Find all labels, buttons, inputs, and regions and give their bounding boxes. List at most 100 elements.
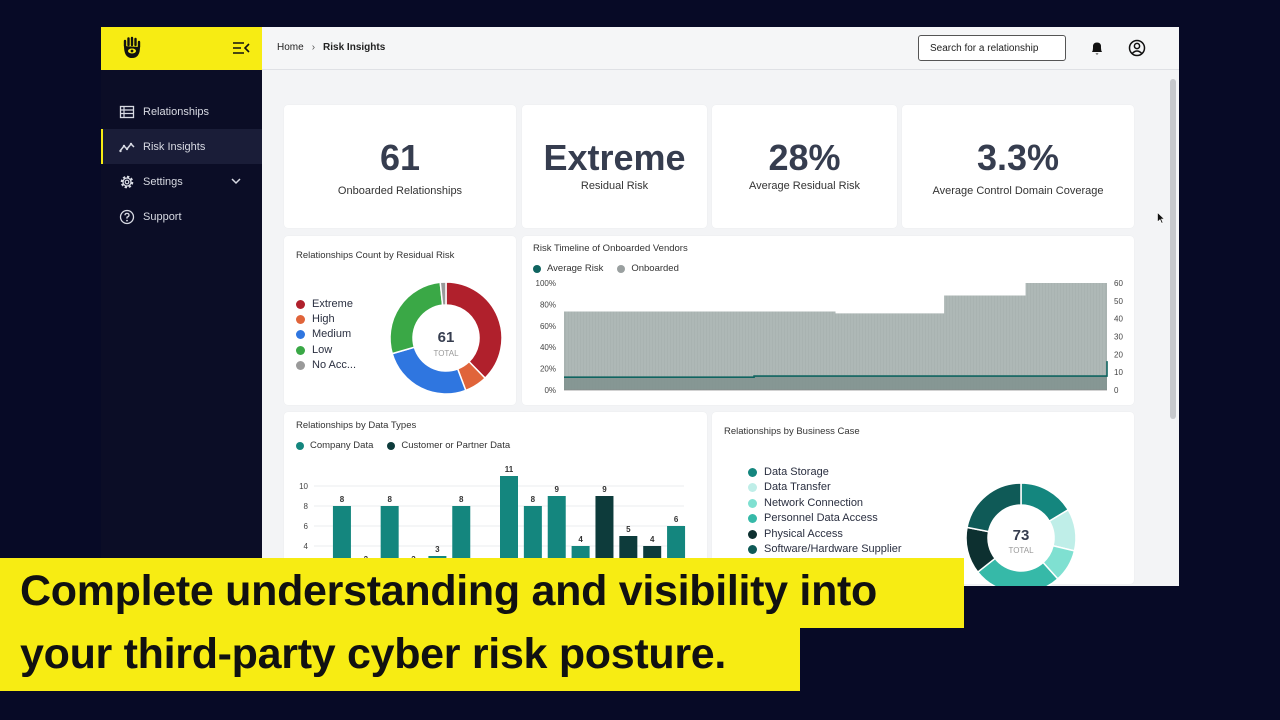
kpi-label: Onboarded Relationships <box>337 185 463 197</box>
kpi-value: Extreme <box>543 137 686 178</box>
bar-value-label: 3 <box>435 545 440 554</box>
y-right-tick-label: 10 <box>1114 368 1123 377</box>
collapse-menu-icon[interactable] <box>232 40 250 56</box>
breadcrumb-separator: › <box>311 42 316 53</box>
chart-legend: Average Risk Onboarded <box>533 263 679 274</box>
business-case-donut: 73 TOTAL <box>965 482 1077 586</box>
bar-value-label: 9 <box>602 485 607 494</box>
donut-center-value: 73 <box>1013 527 1030 544</box>
bar-value-label: 8 <box>531 495 536 504</box>
search-input[interactable]: Search for a relationship <box>918 35 1066 61</box>
y-left-tick-label: 40% <box>540 343 556 352</box>
legend-swatch <box>748 482 757 492</box>
legend-item-onboarded: Onboarded <box>617 263 679 274</box>
legend-label: Personnel Data Access <box>764 512 878 524</box>
legend-swatch <box>387 441 396 450</box>
legend-label: Software/Hardware Supplier <box>764 543 902 555</box>
kpi-label: Average Residual Risk <box>748 180 861 192</box>
y-right-tick-label: 20 <box>1114 350 1123 359</box>
legend-label: Network Connection <box>764 497 864 509</box>
legend-item-physical-access: Physical Access <box>748 528 843 540</box>
legend-label: Physical Access <box>764 528 843 540</box>
donut-center-label: TOTAL <box>1008 546 1034 555</box>
chart-legend: Company Data Customer or Partner Data <box>296 440 510 451</box>
sidebar-item-relationships[interactable]: Relationships <box>101 94 262 129</box>
kpi-label: Average Control Domain Coverage <box>932 185 1104 197</box>
sidebar-item-risk-insights[interactable]: Risk Insights <box>101 129 262 164</box>
user-avatar-icon[interactable] <box>1128 39 1146 57</box>
legend-label: Medium <box>312 328 352 340</box>
y-right-tick-label: 30 <box>1114 333 1123 342</box>
legend-label: Extreme <box>312 298 353 310</box>
legend-swatch <box>296 314 305 324</box>
legend-swatch <box>748 467 757 477</box>
risk-timeline-chart-card: Risk Timeline of Onboarded Vendors Avera… <box>522 236 1134 405</box>
legend-item-personnel-data-access: Personnel Data Access <box>748 512 878 524</box>
chevron-down-icon[interactable] <box>230 175 242 187</box>
y-right-tick-label: 0 <box>1114 386 1119 395</box>
sidebar-item-settings[interactable]: Settings <box>101 164 262 199</box>
kpi-card-residual-risk: Extreme Residual Risk <box>522 105 707 228</box>
legend-label: Data Transfer <box>764 481 831 493</box>
legend-swatch <box>748 544 757 554</box>
chart-title: Relationships by Data Types <box>296 420 417 431</box>
residual-risk-chart-card: Relationships Count by Residual Risk Ext… <box>284 236 516 405</box>
legend-item-software-hardware-supplier: Software/Hardware Supplier <box>748 543 902 555</box>
donut-slice-extreme[interactable] <box>445 281 503 380</box>
legend-item-low: Low <box>296 344 332 356</box>
hand-logo-icon[interactable] <box>121 36 143 60</box>
bar-value-label: 8 <box>387 495 392 504</box>
legend-swatch <box>748 513 757 523</box>
help-icon <box>119 209 135 224</box>
residual-risk-donut: 61 TOTAL <box>389 281 503 395</box>
bar-value-label: 9 <box>555 485 560 494</box>
kpi-card-onboarded: 61 Onboarded Relationships <box>284 105 516 228</box>
legend-item-medium: Medium <box>296 328 351 340</box>
bell-icon[interactable] <box>1089 40 1105 56</box>
y-right-tick-label: 50 <box>1114 297 1123 306</box>
legend-label: High <box>312 313 335 325</box>
bar-value-label: 6 <box>674 515 679 524</box>
legend-swatch <box>296 441 304 450</box>
y-left-tick-label: 100% <box>536 280 556 288</box>
sidebar: Relationships Risk Insights Settings Sup… <box>101 27 262 586</box>
chart-title: Risk Timeline of Onboarded Vendors <box>533 243 688 254</box>
y-tick-label: 6 <box>304 522 309 531</box>
donut-center-label: TOTAL <box>433 349 459 358</box>
app-window: Relationships Risk Insights Settings Sup… <box>101 27 1179 586</box>
y-tick-label: 4 <box>304 542 309 551</box>
sidebar-header <box>101 27 262 70</box>
legend-label: Data Storage <box>764 466 829 478</box>
legend-item-network-connection: Network Connection <box>748 497 863 509</box>
breadcrumb-home[interactable]: Home <box>277 42 304 53</box>
bar-value-label: 11 <box>505 465 514 474</box>
kpi-card-control-coverage: 3.3% Average Control Domain Coverage <box>902 105 1134 228</box>
chart-title: Relationships Count by Residual Risk <box>296 250 455 261</box>
legend-swatch <box>296 299 305 309</box>
breadcrumb: Home › Risk Insights <box>277 42 385 53</box>
risk-timeline-plot: 100% 80% 60% 40% 20% 0% 60 50 40 30 20 10 0 <box>536 280 1124 395</box>
y-left-tick-label: 60% <box>540 322 556 331</box>
sidebar-item-label: Settings <box>143 175 183 188</box>
legend-item-no-access: No Acc... <box>296 359 356 371</box>
bar-value-label: 4 <box>650 535 655 544</box>
mouse-cursor-icon <box>1157 212 1165 224</box>
legend-item-extreme: Extreme <box>296 298 353 310</box>
caption-line1: Complete understanding and visibility in… <box>20 567 878 615</box>
y-right-tick-label: 60 <box>1114 280 1123 288</box>
donut-slice-low[interactable] <box>389 281 444 355</box>
legend-label: Onboarded <box>631 263 679 274</box>
legend-label: Company Data <box>310 440 374 451</box>
sidebar-item-label: Relationships <box>143 105 210 118</box>
bar-value-label: 8 <box>340 495 345 504</box>
list-icon <box>119 105 135 118</box>
donut-slice-software-hardware-supplier[interactable] <box>966 482 1022 533</box>
legend-label: Average Risk <box>547 263 604 274</box>
kpi-value: 28% <box>768 137 841 178</box>
legend-label: Customer or Partner Data <box>401 440 511 451</box>
sidebar-item-support[interactable]: Support <box>101 199 262 234</box>
donut-center-value: 61 <box>438 329 455 346</box>
scrollbar[interactable] <box>1170 79 1176 419</box>
y-left-tick-label: 80% <box>540 300 556 309</box>
legend-swatch <box>296 329 305 339</box>
